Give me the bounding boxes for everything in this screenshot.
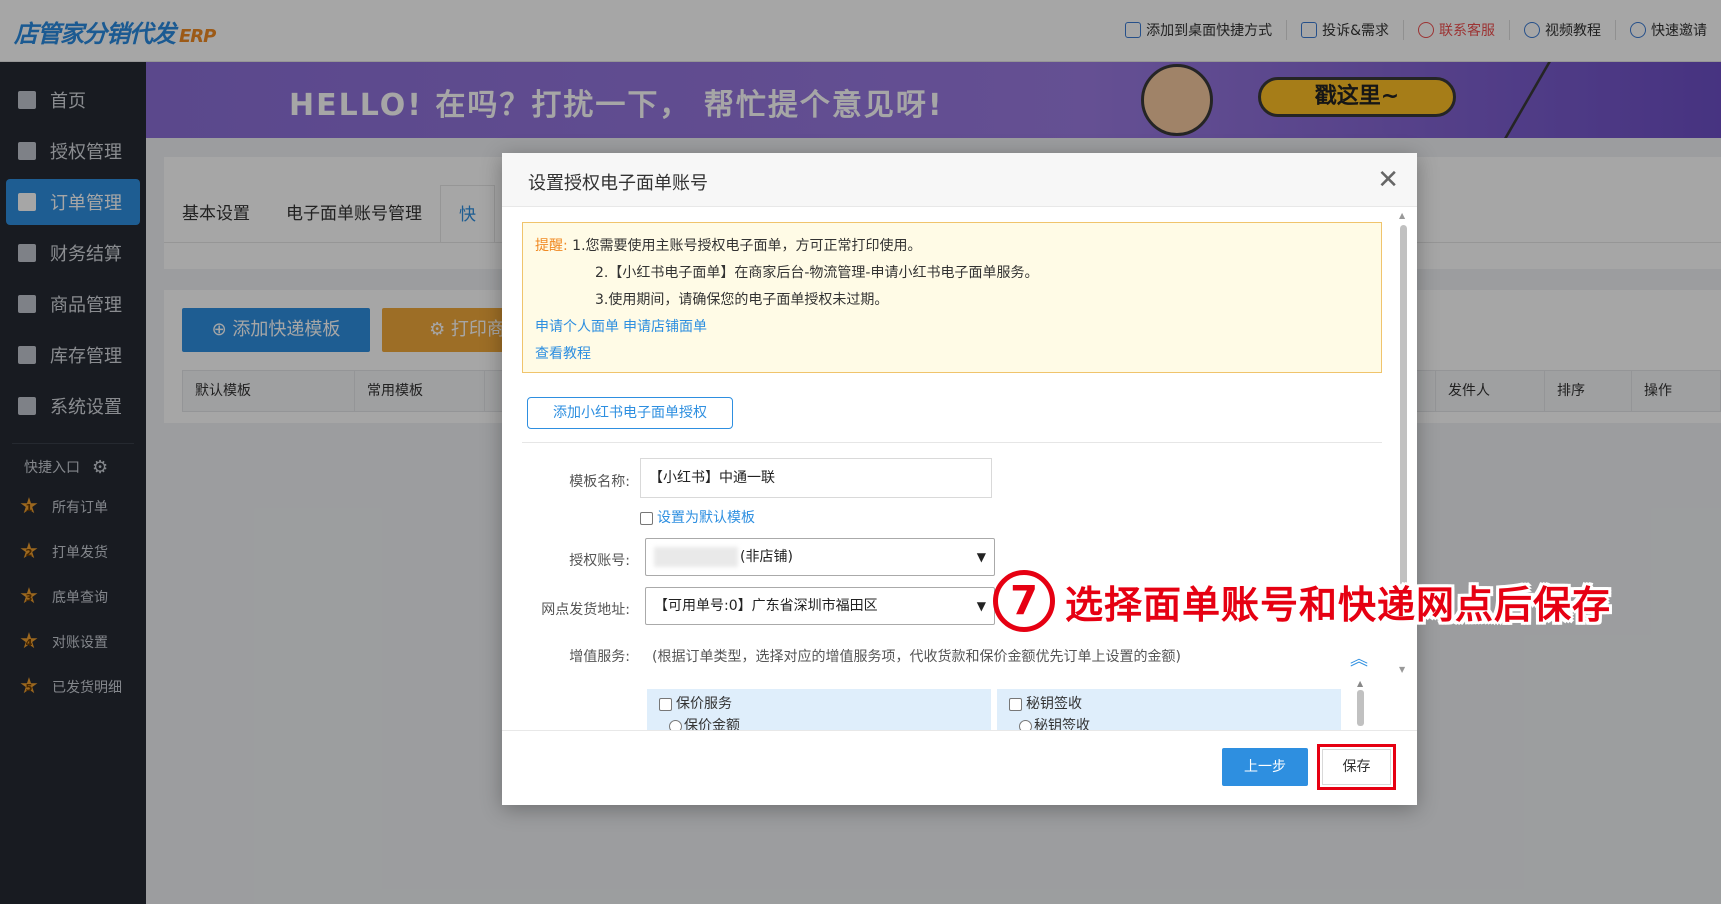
service-hint: (根据订单类型，选择对应的增值服务项，代收货款和保价金额优先订单上设置的金额) — [652, 649, 1181, 665]
dialog-title: 设置授权电子面单账号 — [528, 173, 708, 194]
default-template-checkbox[interactable] — [640, 511, 653, 525]
collapse-up-icon[interactable]: ︽ — [1350, 645, 1368, 671]
insurance-checkbox[interactable] — [659, 697, 672, 711]
account-label: 授权账号: — [569, 553, 630, 569]
scroll-thumb[interactable] — [1400, 225, 1407, 617]
service-insurance: 保价服务 保价金额 — [647, 689, 991, 730]
service-secret-key: 秘钥签收 秘钥签收 — [997, 689, 1341, 730]
notice-label: 提醒: — [535, 238, 568, 254]
address-select[interactable]: 【可用单号:0】广东省深圳市福田区 ▼ — [645, 587, 995, 625]
scroll-up-arrow-icon[interactable]: ▲ — [1399, 211, 1405, 220]
secret-key-checkbox[interactable] — [1009, 697, 1022, 711]
insurance-amount-radio[interactable] — [669, 719, 682, 730]
secret-key-radio[interactable] — [1019, 719, 1032, 730]
notice-line-2: 2.【小红书电子面单】在商家后台-物流管理-申请小红书电子面单服务。 — [595, 265, 1039, 281]
form-divider — [522, 442, 1382, 443]
notice-line-3: 3.使用期间，请确保您的电子面单授权未过期。 — [595, 292, 889, 308]
view-tutorial-link[interactable]: 查看教程 — [535, 346, 591, 362]
template-name-label: 模板名称: — [569, 474, 630, 490]
waybill-auth-dialog: 设置授权电子面单账号 ✕ 提醒: 1.您需要使用主账号授权电子面单，方可正常打印… — [502, 153, 1417, 805]
step-number-badge: 7 — [993, 570, 1055, 632]
service-scrollbar[interactable]: ▲ — [1357, 679, 1367, 730]
dialog-footer: 上一步 保存 — [502, 730, 1417, 805]
dialog-header: 设置授权电子面单账号 ✕ — [502, 153, 1417, 207]
step-annotation: 7 选择面单账号和快递网点后保存 — [993, 570, 1611, 632]
previous-step-button[interactable]: 上一步 — [1222, 748, 1308, 786]
service-label: 增值服务: — [569, 649, 630, 665]
address-label: 网点发货地址: — [541, 602, 630, 618]
save-button-highlight: 保存 — [1317, 744, 1396, 790]
default-template-option[interactable]: 设置为默认模板 — [640, 507, 755, 527]
blurred-account-name — [654, 547, 738, 567]
save-button[interactable]: 保存 — [1322, 749, 1391, 785]
step-instruction-text: 选择面单账号和快递网点后保存 — [1065, 582, 1612, 627]
close-icon[interactable]: ✕ — [1377, 165, 1399, 195]
apply-personal-waybill-link[interactable]: 申请个人面单 — [535, 319, 619, 335]
notice-box: 提醒: 1.您需要使用主账号授权电子面单，方可正常打印使用。 2.【小红书电子面… — [522, 222, 1382, 373]
scroll-down-arrow-icon[interactable]: ▼ — [1399, 665, 1405, 674]
add-xiaohongshu-auth-button[interactable]: 添加小红书电子面单授权 — [527, 397, 733, 429]
chevron-down-icon: ▼ — [976, 599, 986, 613]
apply-shop-waybill-link[interactable]: 申请店铺面单 — [623, 319, 707, 335]
chevron-down-icon: ▼ — [976, 550, 986, 564]
account-select[interactable]: (非店铺) ▼ — [645, 538, 995, 576]
template-name-input[interactable]: 【小红书】中通一联 — [640, 458, 992, 498]
notice-line-1: 1.您需要使用主账号授权电子面单，方可正常打印使用。 — [572, 238, 922, 254]
dialog-body: 提醒: 1.您需要使用主账号授权电子面单，方可正常打印使用。 2.【小红书电子面… — [502, 207, 1417, 730]
